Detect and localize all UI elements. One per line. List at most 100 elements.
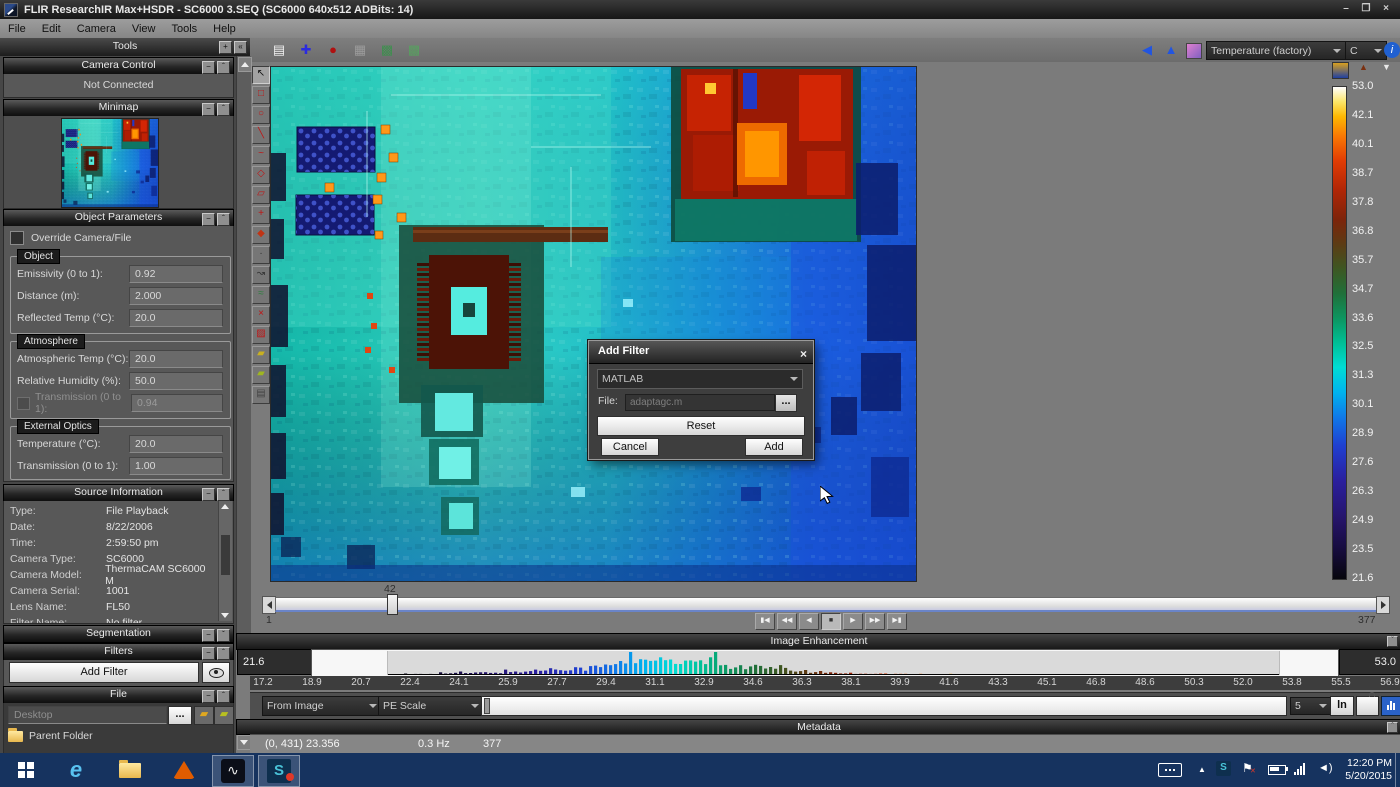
range-max-box[interactable]: 53.0: [1339, 649, 1400, 675]
magic-wand-tool[interactable]: ≈: [252, 286, 270, 304]
curve-tool[interactable]: ↝: [252, 266, 270, 284]
unit-dropdown[interactable]: Temperature (factory): [1206, 41, 1346, 60]
open-roi-tool[interactable]: ▰: [252, 346, 270, 364]
tools-pane-add-button[interactable]: +: [219, 41, 232, 54]
histogram-range-bar[interactable]: [311, 649, 1339, 677]
panel-minimize-icon[interactable]: −: [202, 629, 215, 642]
info-icon[interactable]: i: [1384, 42, 1400, 58]
filters-header[interactable]: Filters −ˆ: [3, 643, 234, 661]
add-roi-file-tool[interactable]: ▰: [252, 366, 270, 384]
object-parameters-header[interactable]: Object Parameters −ˆ: [3, 209, 234, 227]
transmission-checkbox[interactable]: [17, 397, 30, 410]
camera-control-header[interactable]: Camera Control −ˆ: [3, 57, 234, 75]
folder-up-button[interactable]: ▰: [194, 706, 214, 725]
image-export-icon[interactable]: ▩: [378, 41, 396, 59]
select-tool[interactable]: ↖: [252, 66, 270, 84]
stop-button[interactable]: ■: [821, 613, 841, 630]
menu-file[interactable]: File: [0, 21, 34, 37]
filter-type-dropdown[interactable]: MATLAB: [597, 369, 803, 389]
dialog-close-button[interactable]: ×: [800, 344, 807, 365]
menu-tools[interactable]: Tools: [163, 21, 205, 37]
cancel-button[interactable]: Cancel: [601, 438, 659, 456]
file-header[interactable]: File −ˆ: [3, 686, 234, 704]
panel-minimize-icon[interactable]: −: [202, 690, 215, 703]
palette-mini-icon[interactable]: [1332, 62, 1349, 79]
taskbar-internet-explorer[interactable]: e: [56, 755, 96, 785]
parameter-input[interactable]: 1.00: [129, 457, 223, 475]
menu-view[interactable]: View: [124, 21, 164, 37]
range-min-box[interactable]: 21.6: [237, 649, 316, 675]
below-range-icon[interactable]: ▼: [1379, 62, 1394, 77]
center-target-icon[interactable]: ✚: [297, 41, 315, 59]
taskbar-clock[interactable]: 12:20 PM 5/20/2015: [1345, 757, 1392, 783]
above-range-icon[interactable]: ▲: [1356, 62, 1371, 77]
first-frame-button[interactable]: ▮◀: [755, 613, 775, 630]
delete-all-roi-tool[interactable]: ▨: [252, 326, 270, 344]
taskbar-researchir[interactable]: ∿: [212, 755, 254, 787]
scale-mode-dropdown[interactable]: PE Scale: [378, 696, 484, 716]
parameter-input[interactable]: 20.0: [129, 350, 223, 368]
histogram-view-button[interactable]: [1381, 696, 1400, 716]
parameter-input[interactable]: 20.0: [129, 435, 223, 453]
folder-go-button[interactable]: ▰: [214, 706, 234, 725]
prev-frame-button[interactable]: ◀: [799, 613, 819, 630]
cross-marker-tool[interactable]: +: [252, 206, 270, 224]
unit-letter-dropdown[interactable]: C: [1345, 41, 1387, 60]
timeline-track[interactable]: [275, 597, 1377, 612]
menu-edit[interactable]: Edit: [34, 21, 69, 37]
panel-collapse-icon[interactable]: ˆ: [217, 647, 230, 660]
sidebar-scrollbar[interactable]: [236, 56, 251, 633]
taskbar-file-explorer[interactable]: [110, 755, 150, 785]
taskbar-s-app[interactable]: S: [258, 755, 300, 787]
tray-s-app-icon[interactable]: S: [1216, 761, 1231, 776]
last-frame-button[interactable]: ▶▮: [887, 613, 907, 630]
override-checkbox[interactable]: [10, 231, 24, 245]
parameter-input[interactable]: 50.0: [129, 372, 223, 390]
camera-snapshot-icon[interactable]: ▦: [351, 41, 369, 59]
minimap-thermal-image[interactable]: [61, 118, 159, 208]
ellipse-roi-tool[interactable]: ○: [252, 106, 270, 124]
menu-help[interactable]: Help: [205, 21, 244, 37]
panel-collapse-icon[interactable]: ˆ: [1387, 722, 1398, 733]
point-tool[interactable]: ·: [252, 246, 270, 264]
taskbar-matlab[interactable]: [164, 755, 204, 785]
line-roi-tool[interactable]: ╲: [252, 126, 270, 144]
minimap-header[interactable]: Minimap −ˆ: [3, 99, 234, 117]
timeline-right-arrow[interactable]: [1376, 596, 1390, 614]
restore-button[interactable]: ❒: [1358, 3, 1374, 16]
filter-file-input[interactable]: adaptagc.m: [625, 394, 775, 411]
add-filter-button[interactable]: Add Filter: [9, 662, 199, 683]
reset-button[interactable]: Reset: [597, 416, 805, 436]
rect-roi-tool[interactable]: □: [252, 86, 270, 104]
spot-marker-tool[interactable]: ◆: [252, 226, 270, 244]
minimize-button[interactable]: –: [1338, 3, 1354, 16]
polygon-roi-tool[interactable]: ◇: [252, 166, 270, 184]
image-enhancement-header[interactable]: Image Enhancement ˇ: [236, 633, 1400, 650]
action-center-icon[interactable]: ⚑✕: [1242, 761, 1253, 775]
segmentation-header[interactable]: Segmentation −ˇ: [3, 625, 234, 643]
volume-icon[interactable]: ◄): [1318, 762, 1333, 774]
add-button[interactable]: Add: [745, 438, 803, 456]
window-size-dropdown[interactable]: 5: [1290, 697, 1332, 715]
scroll-down-icon[interactable]: [221, 613, 229, 618]
timeline-left-arrow[interactable]: [262, 596, 276, 614]
panel-minimize-icon[interactable]: −: [202, 103, 215, 116]
file-list-item[interactable]: Parent Folder: [8, 730, 93, 742]
scroll-up-icon[interactable]: [221, 504, 229, 509]
panel-collapse-icon[interactable]: ˇ: [1387, 636, 1398, 647]
parameter-input[interactable]: 0.92: [129, 265, 223, 283]
source-information-header[interactable]: Source Information −ˆ: [3, 484, 234, 502]
range-source-dropdown[interactable]: From Image: [262, 696, 382, 716]
close-button[interactable]: ×: [1378, 3, 1394, 16]
file-browse-button[interactable]: ...: [168, 706, 192, 725]
panel-minimize-icon[interactable]: −: [202, 61, 215, 74]
network-signal-icon[interactable]: [1294, 763, 1305, 775]
freehand-roi-tool[interactable]: ~: [252, 146, 270, 164]
enhancement-slider[interactable]: [481, 696, 1287, 716]
parameter-input[interactable]: 20.0: [129, 309, 223, 327]
rotated-rect-roi-tool[interactable]: ▱: [252, 186, 270, 204]
flip-horizontal-icon[interactable]: ◀: [1138, 41, 1156, 59]
flip-vertical-icon[interactable]: ▲: [1162, 41, 1180, 59]
show-desktop-button[interactable]: [1395, 753, 1400, 787]
save-roi-tool[interactable]: ▤: [252, 386, 270, 404]
